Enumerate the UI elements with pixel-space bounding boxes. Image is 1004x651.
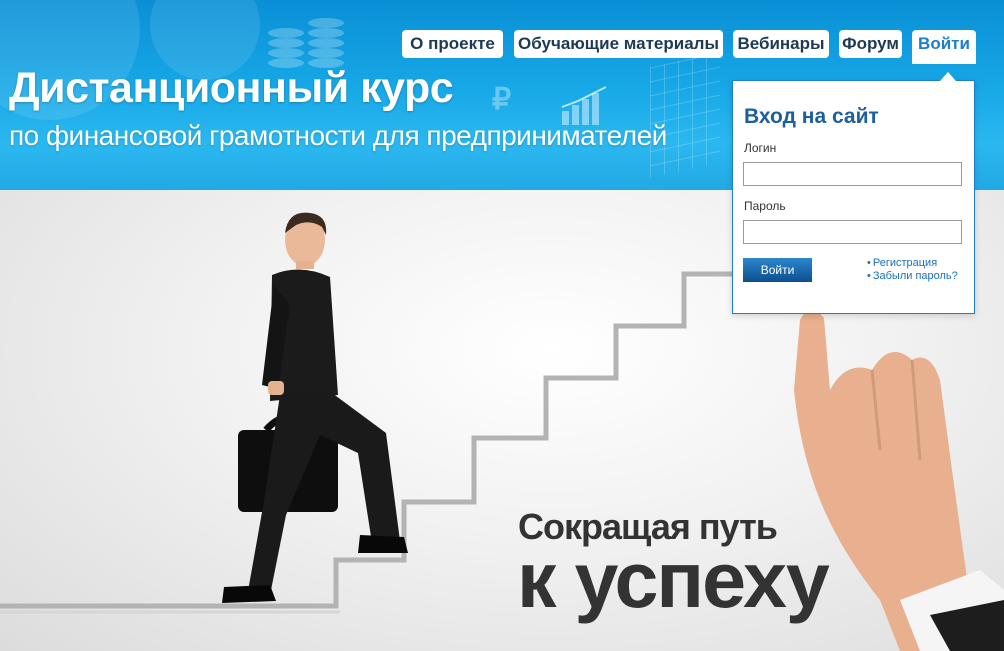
login-panel-notch — [940, 72, 956, 81]
register-link-label: Регистрация — [872, 257, 938, 269]
login-input[interactable] — [743, 162, 962, 186]
login-title: Вход на сайт — [744, 105, 879, 128]
growth-chart-decor-icon — [561, 86, 607, 125]
bullet-icon: • — [867, 270, 871, 282]
login-submit-button[interactable]: Войти — [743, 258, 812, 282]
table-decor-icon — [650, 52, 720, 178]
businessman-illustration — [222, 212, 408, 603]
nav-webinars[interactable]: Вебинары — [733, 30, 829, 58]
ruble-decor-icon: ₽ — [492, 83, 512, 116]
site-subtitle: по финансовой грамотности для предприним… — [9, 120, 667, 151]
nav-about[interactable]: О проекте — [402, 30, 503, 58]
nav-forum[interactable]: Форум — [839, 30, 902, 58]
nav-login[interactable]: Войти — [912, 30, 976, 64]
nav-materials[interactable]: Обучающие материалы — [514, 30, 723, 58]
bullet-icon: • — [867, 257, 871, 269]
login-panel: Вход на сайт Логин Пароль Войти • Регистр… — [732, 80, 975, 314]
forgot-password-link-label: Забыли пароль? — [872, 270, 958, 282]
site-title: Дистанционный курс — [9, 64, 454, 112]
main-nav: О проекте Обучающие материалы Вебинары Ф… — [0, 30, 1004, 64]
slogan-line-2: к успеху — [517, 535, 830, 624]
forgot-password-link[interactable]: • Забыли пароль? — [867, 270, 958, 282]
password-input[interactable] — [743, 220, 962, 244]
password-label: Пароль — [744, 199, 786, 213]
login-label: Логин — [744, 141, 777, 155]
register-link[interactable]: • Регистрация — [867, 257, 937, 269]
